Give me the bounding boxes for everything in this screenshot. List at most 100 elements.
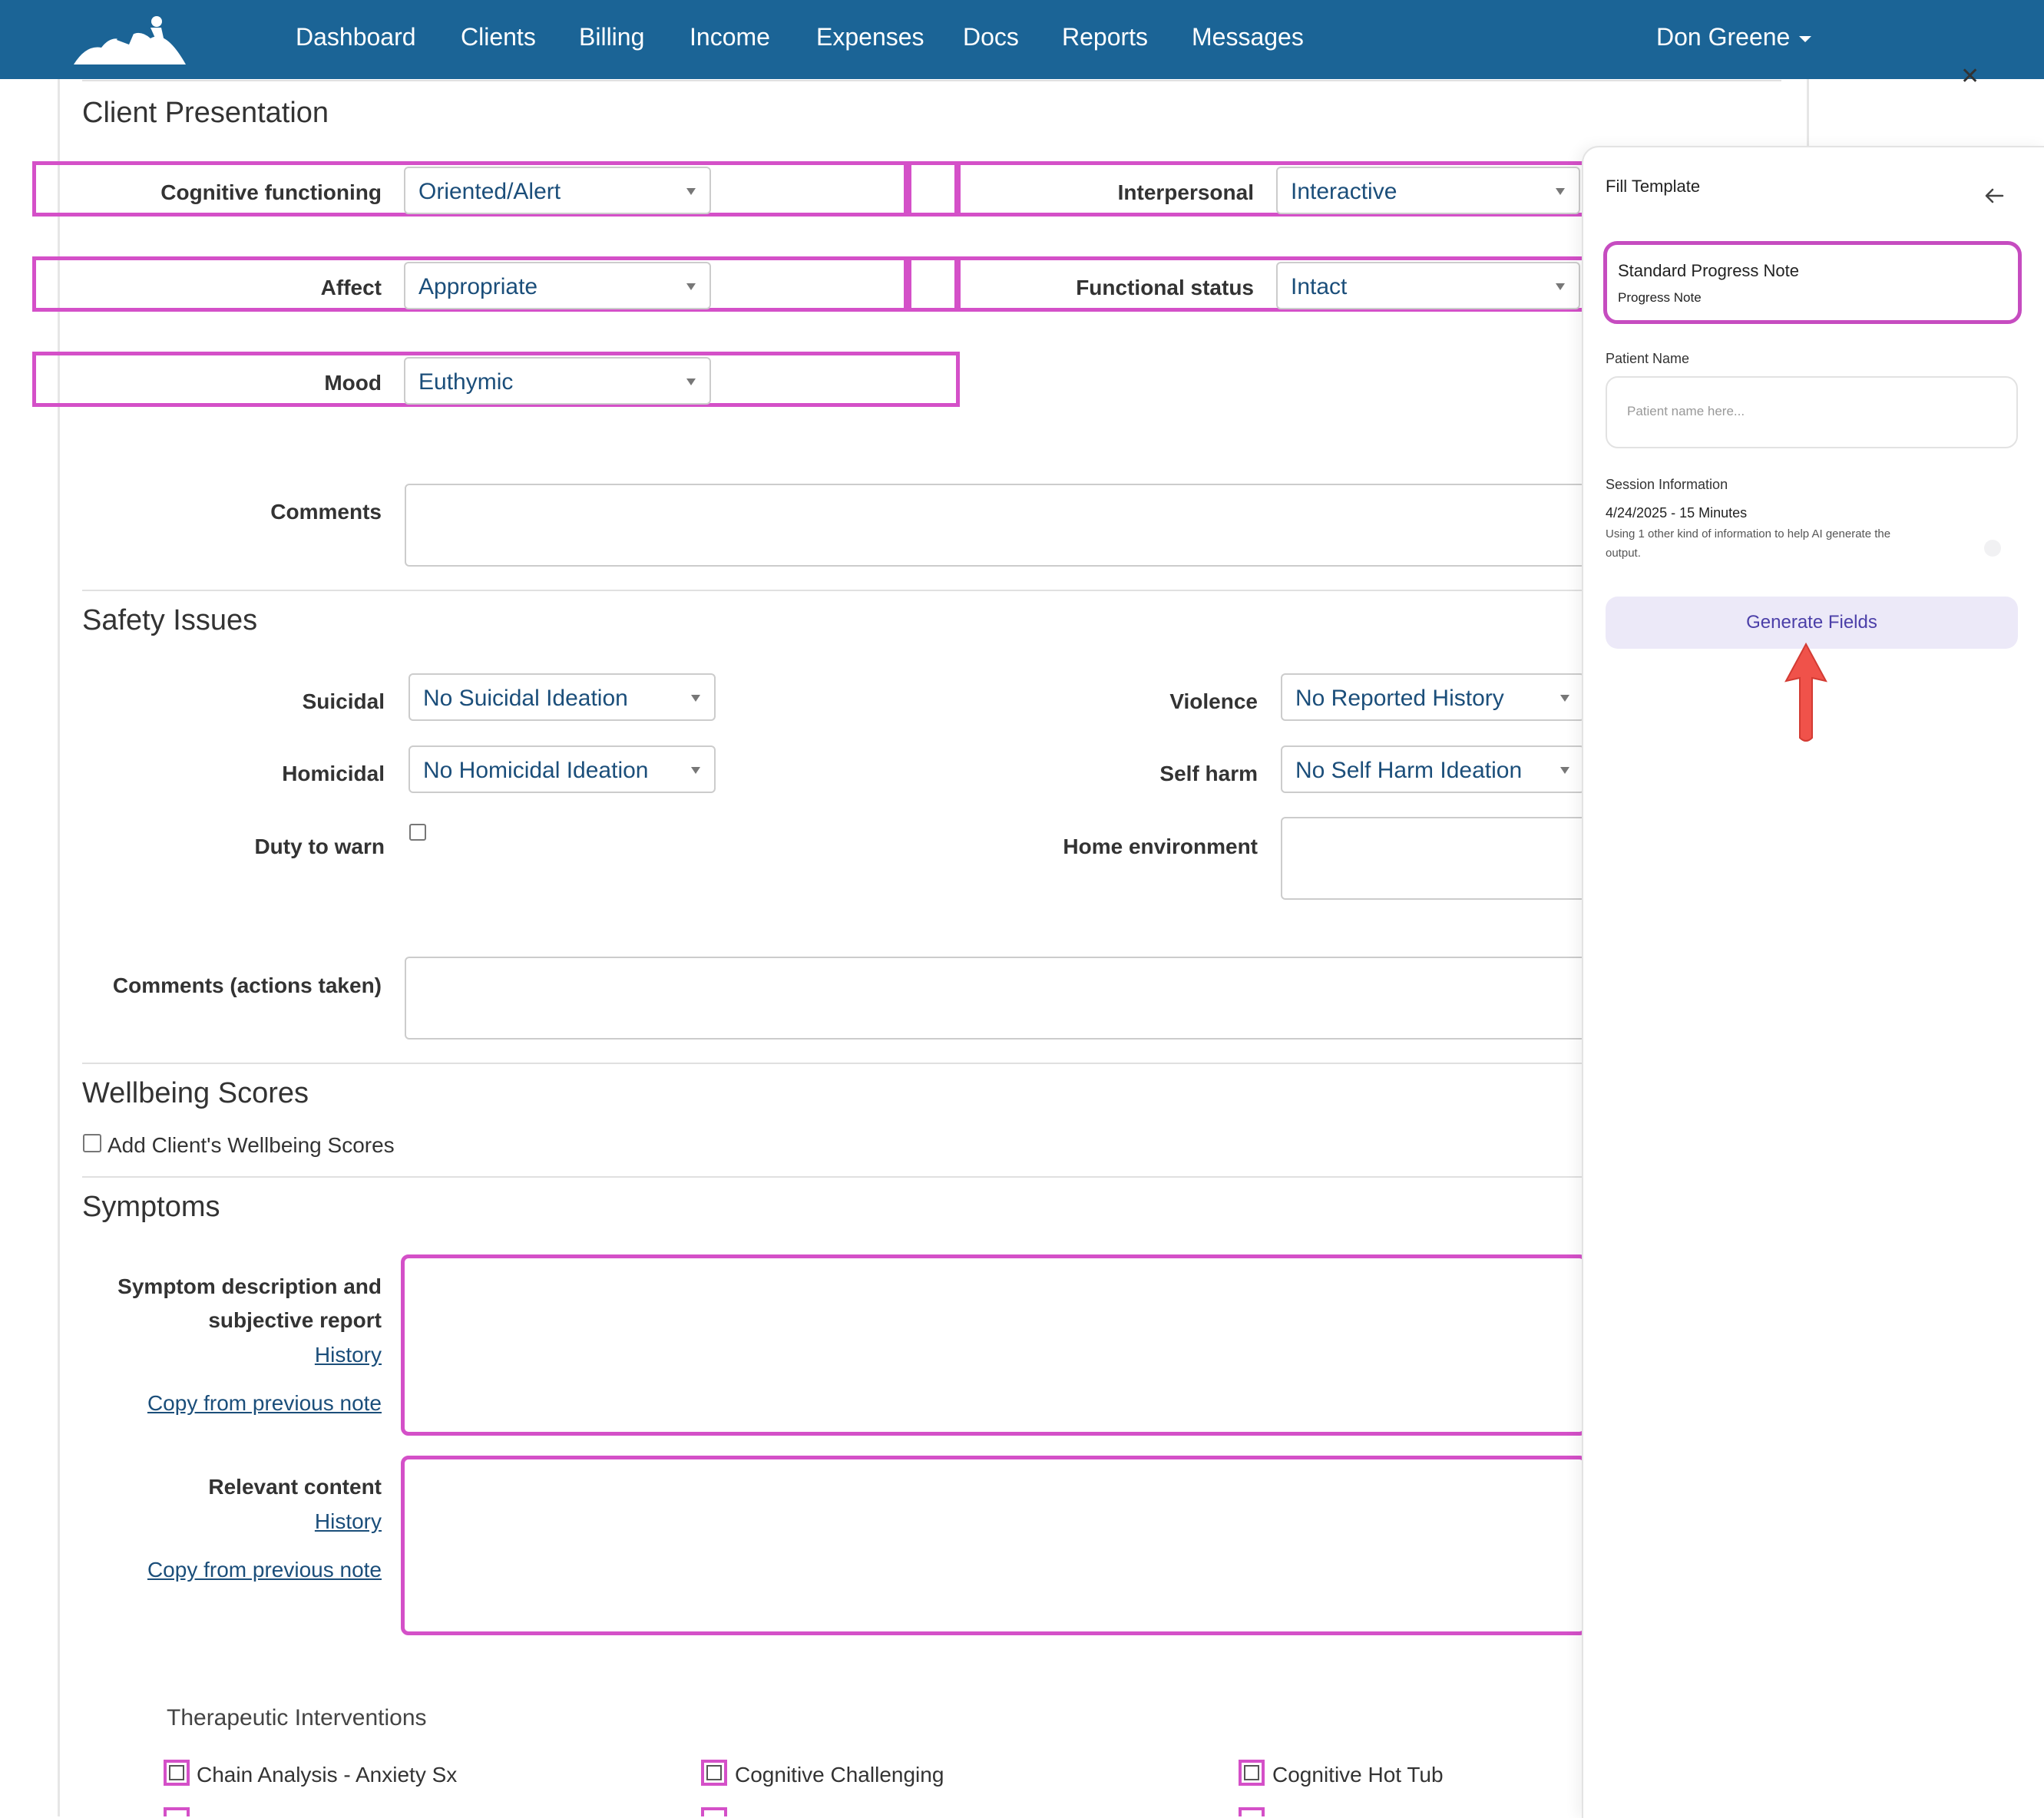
intervention-label: Cognitive Hot Tub bbox=[1272, 1763, 1444, 1787]
suicidal-select[interactable]: No Suicidal Ideation bbox=[408, 673, 716, 721]
affect-select[interactable]: Appropriate bbox=[404, 262, 711, 309]
nav-dashboard[interactable]: Dashboard bbox=[296, 23, 416, 51]
template-card[interactable] bbox=[1603, 241, 2022, 324]
user-name: Don Greene bbox=[1656, 23, 1791, 51]
section-title-safety-issues: Safety Issues bbox=[82, 604, 258, 636]
nav-income[interactable]: Income bbox=[690, 23, 770, 51]
symptom-history-link[interactable]: History bbox=[77, 1343, 382, 1367]
generate-fields-label: Generate Fields bbox=[1746, 612, 1877, 633]
highlight-box bbox=[908, 256, 958, 312]
session-info-note-line2: output. bbox=[1606, 547, 1641, 560]
chevron-down-icon bbox=[1556, 188, 1565, 195]
intervention-checkbox[interactable] bbox=[1239, 1807, 1265, 1816]
patient-name-placeholder: Patient name here... bbox=[1627, 404, 1745, 418]
panel-title: Fill Template bbox=[1606, 177, 1701, 196]
user-menu[interactable]: Don Greene bbox=[1656, 23, 1812, 51]
intervention-checkbox[interactable] bbox=[701, 1807, 727, 1816]
nav-expenses[interactable]: Expenses bbox=[816, 23, 924, 51]
checkbox-box bbox=[706, 1765, 722, 1780]
chevron-down-icon bbox=[691, 695, 700, 702]
intervention-checkbox[interactable] bbox=[164, 1760, 190, 1786]
interpersonal-label: Interpersonal bbox=[1117, 180, 1254, 204]
intervention-checkbox[interactable] bbox=[164, 1807, 190, 1816]
select-value: Intact bbox=[1291, 274, 1348, 299]
top-nav-bar: Dashboard Clients Billing Income Expense… bbox=[0, 0, 2044, 79]
chevron-down-icon bbox=[1560, 767, 1569, 774]
self-harm-select[interactable]: No Self Harm Ideation bbox=[1281, 745, 1585, 793]
symptom-description-label-line1: Symptom description and bbox=[117, 1274, 382, 1298]
chevron-down-icon bbox=[1799, 35, 1812, 42]
comments-actions-label: Comments (actions taken) bbox=[112, 973, 382, 997]
nav-reports[interactable]: Reports bbox=[1062, 23, 1148, 51]
violence-select[interactable]: No Reported History bbox=[1281, 673, 1585, 721]
checkbox-box bbox=[1244, 1765, 1259, 1780]
select-value: Euthymic bbox=[418, 369, 514, 395]
nav-messages[interactable]: Messages bbox=[1192, 23, 1304, 51]
section-title-symptoms: Symptoms bbox=[82, 1191, 220, 1223]
wellbeing-scores-checkbox[interactable] bbox=[83, 1134, 101, 1152]
template-type: Progress Note bbox=[1618, 290, 1702, 305]
divider bbox=[82, 1176, 1587, 1178]
home-environment-textarea[interactable] bbox=[1281, 817, 1586, 900]
chevron-down-icon bbox=[1556, 283, 1565, 290]
select-value: No Homicidal Ideation bbox=[423, 758, 649, 783]
session-info-value: 4/24/2025 - 15 Minutes bbox=[1606, 505, 1748, 521]
nav-docs[interactable]: Docs bbox=[963, 23, 1019, 51]
template-name: Standard Progress Note bbox=[1618, 261, 1800, 280]
highlight-box bbox=[908, 161, 958, 217]
duty-to-warn-checkbox[interactable] bbox=[409, 824, 426, 841]
chevron-down-icon bbox=[686, 378, 696, 385]
session-info-note-line1: Using 1 other kind of information to hel… bbox=[1606, 527, 1891, 540]
therapeutic-interventions-title: Therapeutic Interventions bbox=[167, 1705, 427, 1730]
affect-label: Affect bbox=[320, 276, 382, 299]
symptom-description-textarea[interactable] bbox=[401, 1254, 1587, 1436]
mood-label: Mood bbox=[324, 371, 382, 395]
select-value: No Reported History bbox=[1295, 686, 1504, 711]
chevron-down-icon bbox=[691, 767, 700, 774]
wellbeing-scores-label: Add Client's Wellbeing Scores bbox=[107, 1133, 395, 1157]
logo-icon[interactable] bbox=[71, 11, 193, 68]
checkbox-box bbox=[169, 1765, 184, 1780]
suicidal-label: Suicidal bbox=[302, 689, 385, 713]
homicidal-label: Homicidal bbox=[282, 762, 385, 785]
nav-clients[interactable]: Clients bbox=[461, 23, 536, 51]
patient-name-input[interactable]: Patient name here... bbox=[1606, 376, 2018, 448]
select-value: No Suicidal Ideation bbox=[423, 686, 628, 711]
select-value: No Self Harm Ideation bbox=[1295, 758, 1523, 783]
session-info-label: Session Information bbox=[1606, 477, 1728, 492]
home-environment-label: Home environment bbox=[1063, 835, 1258, 858]
self-harm-label: Self harm bbox=[1159, 762, 1258, 785]
relevant-history-link[interactable]: History bbox=[77, 1509, 382, 1534]
functional-status-select[interactable]: Intact bbox=[1276, 262, 1580, 309]
nav-billing[interactable]: Billing bbox=[579, 23, 644, 51]
divider bbox=[82, 80, 1781, 81]
chevron-down-icon bbox=[686, 188, 696, 195]
select-value: Oriented/Alert bbox=[418, 179, 561, 204]
interpersonal-select[interactable]: Interactive bbox=[1276, 167, 1580, 214]
patient-name-label: Patient Name bbox=[1606, 351, 1690, 366]
relevant-copy-previous-link[interactable]: Copy from previous note bbox=[77, 1558, 382, 1582]
chevron-down-icon bbox=[686, 283, 696, 290]
intervention-checkbox[interactable] bbox=[701, 1760, 727, 1786]
divider bbox=[82, 1063, 1587, 1064]
divider bbox=[82, 590, 1587, 591]
mood-select[interactable]: Euthymic bbox=[404, 357, 711, 405]
red-arrow-icon bbox=[1784, 642, 1827, 742]
violence-label: Violence bbox=[1169, 689, 1258, 713]
relevant-content-label: Relevant content bbox=[208, 1475, 382, 1499]
symptom-copy-previous-link[interactable]: Copy from previous note bbox=[77, 1391, 382, 1416]
functional-status-label: Functional status bbox=[1076, 276, 1254, 299]
chevron-down-icon bbox=[1560, 695, 1569, 702]
intervention-checkbox[interactable] bbox=[1239, 1760, 1265, 1786]
close-icon[interactable]: ✕ bbox=[1960, 63, 1980, 90]
back-arrow-icon[interactable] bbox=[1984, 187, 2004, 204]
cognitive-functioning-label: Cognitive functioning bbox=[160, 180, 382, 204]
cognitive-functioning-select[interactable]: Oriented/Alert bbox=[404, 167, 711, 214]
section-title-wellbeing-scores: Wellbeing Scores bbox=[82, 1077, 309, 1109]
info-toggle-icon[interactable] bbox=[1984, 540, 2001, 557]
comments-textarea[interactable] bbox=[405, 484, 1587, 567]
comments-actions-textarea[interactable] bbox=[405, 957, 1587, 1040]
homicidal-select[interactable]: No Homicidal Ideation bbox=[408, 745, 716, 793]
select-value: Interactive bbox=[1291, 179, 1397, 204]
relevant-content-textarea[interactable] bbox=[401, 1456, 1587, 1635]
